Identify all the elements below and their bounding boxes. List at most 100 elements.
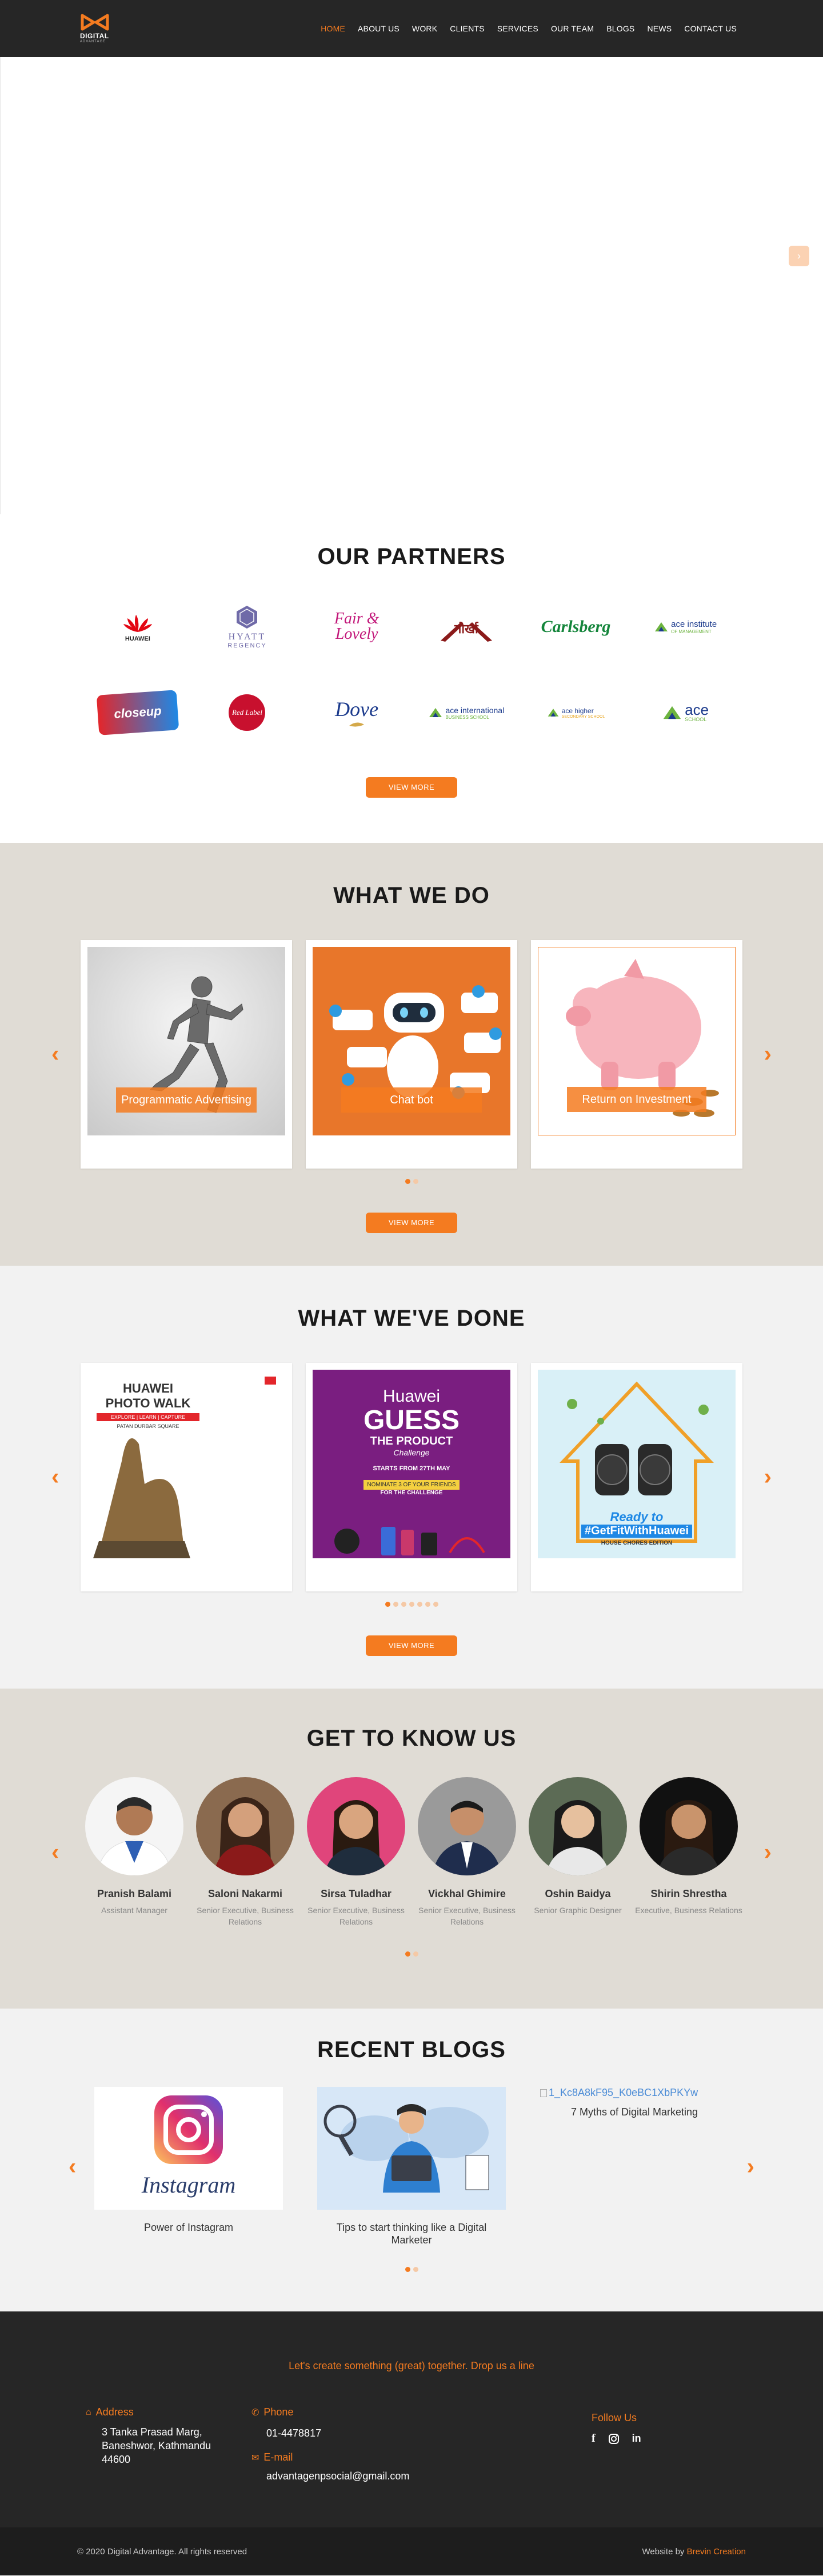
home-icon: ⌂ bbox=[86, 2407, 91, 2417]
carousel-dot[interactable] bbox=[405, 2267, 410, 2272]
phone-icon: ✆ bbox=[251, 2407, 259, 2418]
carousel-dot[interactable] bbox=[401, 1602, 406, 1607]
blog-image bbox=[317, 2087, 506, 2210]
work-text: GUESS bbox=[363, 1405, 460, 1435]
chevron-right-icon: › bbox=[797, 250, 801, 262]
carousel-prev-button[interactable]: ‹ bbox=[51, 1839, 59, 1865]
carousel-dot[interactable] bbox=[405, 1951, 410, 1957]
blogs-title: RECENT BLOGS bbox=[317, 2037, 506, 2062]
blog-card[interactable]: 1_Kc8A8kF95_K0eBC1XbPKYw 7 Myths of Digi… bbox=[540, 2087, 729, 2246]
blog-card[interactable]: Instagram Power of Instagram bbox=[94, 2087, 283, 2246]
footer-bottom-bar: © 2020 Digital Advantage. All rights res… bbox=[0, 2527, 823, 2575]
partner-name: गोर्खा bbox=[454, 622, 478, 636]
work-card[interactable]: HUAWEI PHOTO WALK EXPLORE | LEARN | CAPT… bbox=[81, 1363, 292, 1591]
blog-title: 7 Myths of Digital Marketing bbox=[570, 2106, 698, 2118]
footer-email-label: E-mail bbox=[263, 2451, 293, 2463]
avatar bbox=[196, 1777, 294, 1875]
carousel-next-button[interactable]: › bbox=[764, 1839, 772, 1865]
work-card[interactable]: Huawei GUESS THE PRODUCT Challenge START… bbox=[306, 1363, 517, 1591]
carousel-dot[interactable] bbox=[385, 1602, 390, 1607]
carousel-next-button[interactable]: › bbox=[747, 2154, 754, 2179]
partners-view-more-button[interactable]: VIEW MORE bbox=[366, 777, 457, 798]
partner-logo-ace-institute: ace institute OF MANAGEMENT bbox=[630, 601, 740, 653]
person-icon bbox=[546, 1800, 610, 1875]
digital-marketer-icon bbox=[323, 2104, 489, 2193]
partner-logos: HUAWEI HYATT REGENCY Fair & Lovely गोर्ख… bbox=[83, 601, 740, 738]
services-view-more-button[interactable]: VIEW MORE bbox=[366, 1213, 457, 1233]
carousel-dot[interactable] bbox=[425, 1602, 430, 1607]
member-role: Senior Graphic Designer bbox=[534, 1906, 622, 1915]
carousel-dot[interactable] bbox=[417, 1602, 422, 1607]
work-view-more-button[interactable]: VIEW MORE bbox=[366, 1635, 457, 1656]
creator-link[interactable]: Brevin Creation bbox=[687, 2547, 746, 2557]
partner-logo-dove: Dove bbox=[302, 687, 412, 738]
footer-phone[interactable]: 01-4478817 bbox=[251, 2426, 457, 2440]
partner-logo-closeup: closeup bbox=[83, 687, 193, 738]
linkedin-icon[interactable]: in bbox=[632, 2433, 641, 2445]
partner-logo-huawei: HUAWEI bbox=[83, 601, 193, 653]
partner-logo-red-label: Red Label bbox=[193, 687, 302, 738]
footer-address-text: 3 Tanka Prasad Marg, Baneshwor, Kathmand… bbox=[102, 2426, 211, 2465]
nav-home[interactable]: HOME bbox=[314, 24, 351, 33]
footer-columns: ⌂ Address 3 Tanka Prasad Marg, Baneshwor,… bbox=[0, 2395, 823, 2486]
instagram-icon[interactable] bbox=[608, 2433, 620, 2445]
work-text: Challenge bbox=[393, 1448, 430, 1457]
site-footer: Let's create something (great) together.… bbox=[0, 2311, 823, 2527]
partner-name: Dove bbox=[335, 698, 379, 721]
site-header: DIGITAL ADVANTAGE HOME ABOUT US WORK CLI… bbox=[0, 0, 823, 57]
partner-name: REGENCY bbox=[227, 642, 267, 649]
team-member[interactable]: Saloni Nakarmi Senior Executive, Busines… bbox=[191, 1777, 299, 1927]
team-member[interactable]: Pranish Balami Assistant Manager bbox=[80, 1777, 189, 1927]
blog-image-text: Instagram bbox=[141, 2172, 236, 2198]
carousel-dot[interactable] bbox=[413, 1179, 418, 1184]
blog-card[interactable]: Tips to start thinking like a Digital Ma… bbox=[317, 2087, 506, 2246]
carousel-dot[interactable] bbox=[405, 1179, 410, 1184]
carousel-dot[interactable] bbox=[433, 1602, 438, 1607]
nav-about-us[interactable]: ABOUT US bbox=[351, 24, 406, 33]
carousel-next-button[interactable]: › bbox=[764, 1465, 772, 1490]
partner-logo-ace-higher: ace higher SECONDARY SCHOOL bbox=[521, 687, 631, 738]
partner-logo-carlsberg: Carlsberg bbox=[521, 601, 631, 653]
team-member[interactable]: Vickhal Ghimire Senior Executive, Busine… bbox=[413, 1777, 521, 1927]
nav-work[interactable]: WORK bbox=[406, 24, 444, 33]
footer-address-label: Address bbox=[95, 2406, 134, 2418]
partner-name: Lovely bbox=[335, 625, 378, 643]
carousel-next-button[interactable]: › bbox=[764, 1042, 772, 1067]
devices-icon bbox=[334, 1527, 485, 1555]
nav-contact-us[interactable]: CONTACT US bbox=[678, 24, 743, 33]
facebook-icon[interactable]: f bbox=[592, 2432, 596, 2445]
work-text: NOMINATE 3 OF YOUR FRIENDS bbox=[363, 1480, 460, 1490]
carousel-prev-button[interactable]: ‹ bbox=[69, 2154, 76, 2179]
logo-subtext: ADVANTAGE bbox=[80, 40, 106, 43]
footer-email[interactable]: advantagenpsocial@gmail.com bbox=[251, 2469, 457, 2483]
team-member[interactable]: Oshin Baidya Senior Graphic Designer bbox=[524, 1777, 632, 1927]
logo[interactable]: DIGITAL ADVANTAGE bbox=[80, 14, 143, 43]
partner-name: BUSINESS SCHOOL bbox=[445, 714, 489, 720]
partner-name: closeup bbox=[113, 703, 162, 721]
carousel-dot[interactable] bbox=[393, 1602, 398, 1607]
nav-services[interactable]: SERVICES bbox=[491, 24, 545, 33]
service-card[interactable]: Programmatic Advertising bbox=[81, 940, 292, 1169]
carousel-prev-button[interactable]: ‹ bbox=[51, 1465, 59, 1490]
nav-our-team[interactable]: OUR TEAM bbox=[545, 24, 600, 33]
carousel-prev-button[interactable]: ‹ bbox=[51, 1042, 59, 1067]
carousel-dot[interactable] bbox=[413, 2267, 418, 2272]
team-member[interactable]: Sirsa Tuladhar Senior Executive, Busines… bbox=[302, 1777, 410, 1927]
hero-next-button[interactable]: › bbox=[789, 246, 809, 266]
service-card[interactable]: Chat bot bbox=[306, 940, 517, 1169]
nav-clients[interactable]: CLIENTS bbox=[444, 24, 491, 33]
service-card[interactable]: Return on Investment bbox=[531, 940, 742, 1169]
chevron-right-icon: › bbox=[764, 1041, 772, 1067]
team-title: GET TO KNOW US bbox=[306, 1726, 517, 1751]
dove-bird-icon bbox=[349, 722, 365, 727]
carousel-dot[interactable] bbox=[413, 1951, 418, 1957]
nav-blogs[interactable]: BLOGS bbox=[600, 24, 641, 33]
member-role: Senior Executive, Business Relations bbox=[418, 1906, 516, 1926]
team-member[interactable]: Shirin Shrestha Executive, Business Rela… bbox=[634, 1777, 743, 1927]
person-icon bbox=[213, 1797, 277, 1875]
work-card[interactable]: Ready to #GetFitWithHuawei HOUSE CHORES … bbox=[531, 1363, 742, 1591]
member-name: Sirsa Tuladhar bbox=[321, 1888, 391, 1899]
carousel-dots bbox=[0, 1602, 823, 1607]
carousel-dot[interactable] bbox=[409, 1602, 414, 1607]
nav-news[interactable]: NEWS bbox=[641, 24, 678, 33]
